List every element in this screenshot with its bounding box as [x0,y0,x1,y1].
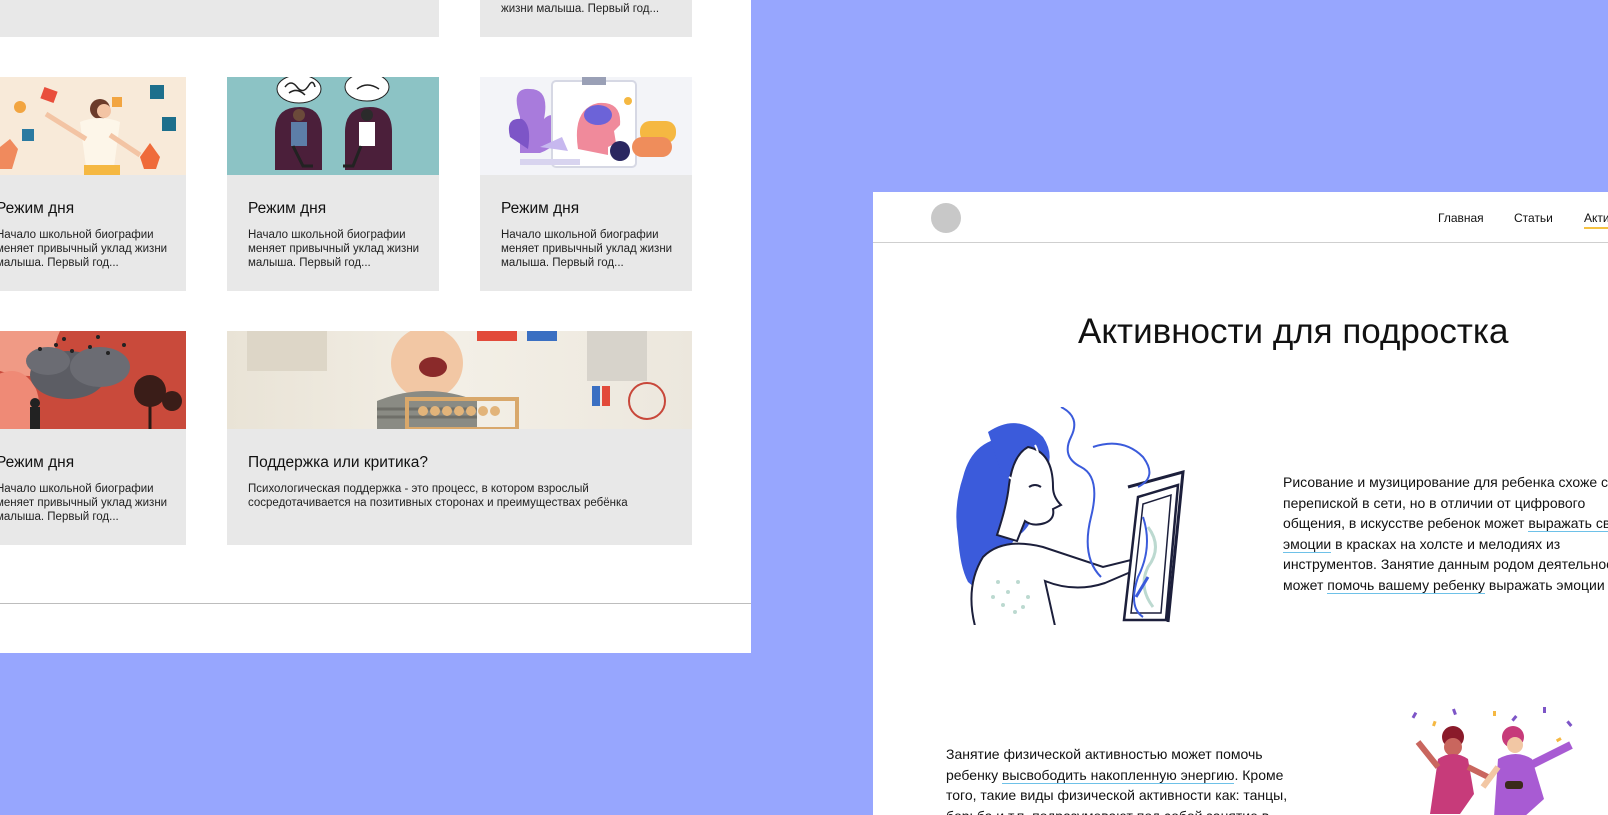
article-card[interactable]: Режим дня Начало школьной биографии меня… [0,77,186,291]
card-desc: Начало школьной биографии меняет привычн… [501,229,673,269]
link-help-child[interactable]: помочь вашему ребенку [1327,576,1486,594]
card-desc: Психологическая поддержка - это процесс,… [248,483,628,509]
therapy-session-illustration [227,77,439,175]
nav-articles[interactable]: Статьи [1514,211,1553,225]
card-desc: жизни малыша. Первый год... [501,3,660,15]
puzzle-illustration [0,77,186,175]
footer-divider [0,603,751,604]
laughing-baby-photo [227,331,692,429]
nav-home[interactable]: Главная [1438,211,1484,225]
art-activity-paragraph: Рисование и музицирование для ребенка сх… [1283,472,1608,595]
card-stub-right[interactable]: жизни малыша. Первый год... [480,0,692,37]
girl-painting-illustration [943,406,1208,627]
article-card[interactable]: Режим дня Начало школьной биографии меня… [227,77,439,291]
card-stub-left[interactable] [0,0,439,37]
card-title: Режим дня [501,200,580,217]
physical-activity-paragraph: Занятие физической активностью может пом… [946,744,1316,815]
card-title: Режим дня [0,454,75,471]
article-card-wide[interactable]: Поддержка или критика? Психологическая п… [227,331,692,545]
text-segment: выражать эмоции [1485,576,1605,593]
brain-study-illustration [480,77,692,175]
site-header: Главная Статьи Акти [873,192,1608,243]
card-title: Режим дня [0,200,75,217]
link-release-energy[interactable]: высвободить накопленную энергию [1001,766,1235,784]
article-card[interactable]: Режим дня Начало школьной биографии меня… [480,77,692,291]
page-title: Активности для подростка [1078,312,1509,351]
card-desc: Начало школьной биографии меняет привычн… [0,229,168,269]
left-mockup-panel: жизни малыша. Первый год... Режим дня На… [0,0,751,653]
nav-activities[interactable]: Акти [1584,211,1608,229]
article-card[interactable]: Режим дня Начало школьной биографии меня… [0,331,186,545]
dancers-illustration [1393,707,1608,815]
right-mockup-panel: Главная Статьи Акти Активности для подро… [873,192,1608,815]
thoughts-cloud-illustration [0,331,186,429]
card-title: Поддержка или критика? [248,454,429,471]
card-title: Режим дня [248,200,327,217]
logo[interactable] [931,203,961,233]
card-desc: Начало школьной биографии меняет привычн… [248,229,420,269]
card-desc: Начало школьной биографии меняет привычн… [0,483,168,523]
